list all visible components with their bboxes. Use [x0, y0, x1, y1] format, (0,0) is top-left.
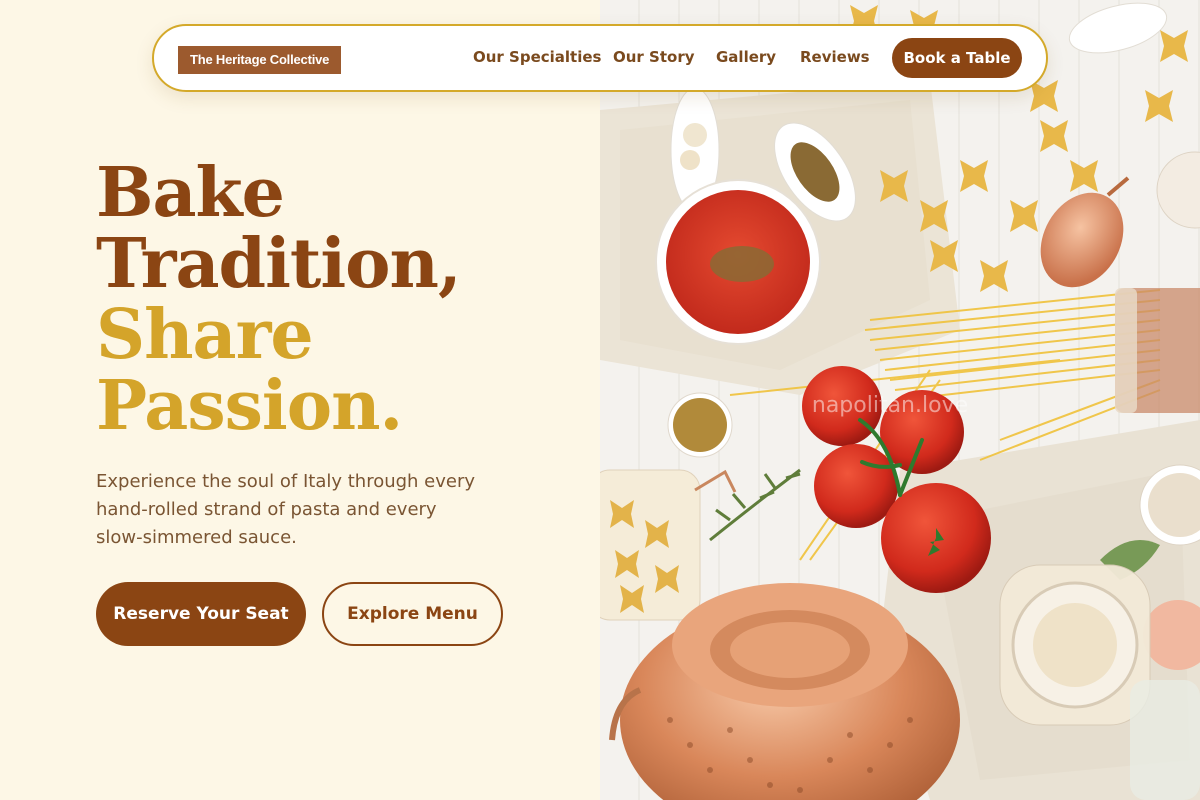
- reserve-seat-button[interactable]: Reserve Your Seat: [96, 582, 306, 646]
- explore-menu-button[interactable]: Explore Menu: [322, 582, 503, 646]
- top-navbar: The Heritage Collective Our Specialties …: [152, 24, 1048, 92]
- nav-link-reviews[interactable]: Reviews: [800, 48, 870, 66]
- hero-headline: Bake Tradition, Share Passion.: [96, 153, 462, 446]
- brand-logo[interactable]: The Heritage Collective: [178, 46, 342, 74]
- nav-link-our-specialties[interactable]: Our Specialties: [473, 48, 601, 66]
- hero-photo-illustration: napolitan.love: [600, 0, 1200, 800]
- headline-line-3: Share: [96, 295, 314, 375]
- image-watermark: napolitan.love: [812, 393, 968, 418]
- headline-line-1: Bake: [96, 153, 285, 233]
- hero-description: Experience the soul of Italy through eve…: [96, 471, 476, 548]
- book-table-button[interactable]: Book a Table: [892, 38, 1022, 78]
- headline-line-2: Tradition,: [96, 224, 462, 304]
- hero-image: napolitan.love: [600, 0, 1200, 800]
- nav-link-gallery[interactable]: Gallery: [716, 48, 776, 66]
- nav-link-our-story[interactable]: Our Story: [613, 48, 695, 66]
- headline-line-4: Passion.: [96, 366, 403, 446]
